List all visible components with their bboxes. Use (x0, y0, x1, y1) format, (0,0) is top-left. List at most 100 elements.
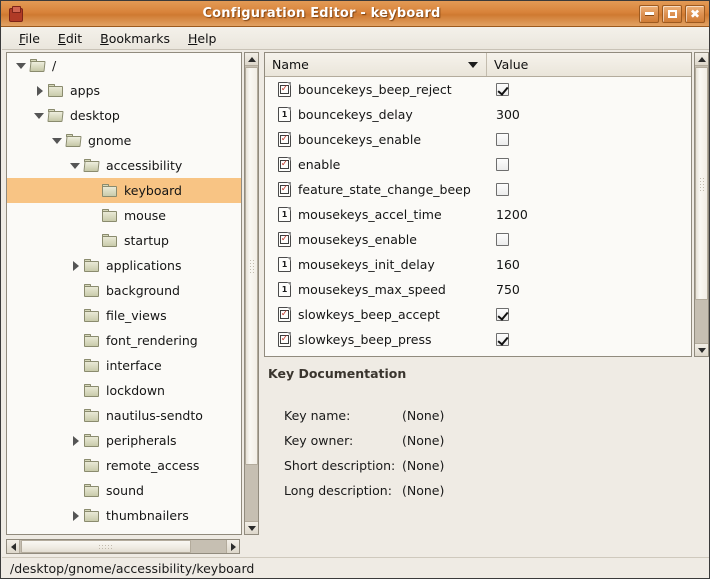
key-value-cell[interactable] (487, 233, 691, 246)
tree-item-apps[interactable]: apps (7, 78, 241, 103)
tree-item-lockdown[interactable]: lockdown (7, 378, 241, 403)
key-row[interactable]: 1 mousekeys_init_delay 160 (265, 252, 691, 277)
tree-item-mouse[interactable]: mouse (7, 203, 241, 228)
window-title: Configuration Editor - keyboard (202, 6, 441, 21)
key-name-cell: 1 bouncekeys_delay (265, 107, 487, 122)
key-value-cell[interactable]: 1200 (487, 207, 691, 222)
tree-item-label: peripherals (106, 432, 177, 448)
list-scrollbar-thumb[interactable] (695, 67, 708, 300)
expander-open-icon[interactable] (33, 109, 47, 123)
tree-item-file_views[interactable]: file_views (7, 303, 241, 328)
key-row[interactable]: 1 mousekeys_accel_time 1200 (265, 202, 691, 227)
tree-item-thumbnailers[interactable]: thumbnailers (7, 503, 241, 528)
menu-item-edit[interactable]: Edit (49, 29, 91, 48)
folder-icon (29, 59, 47, 72)
key-name-label: mousekeys_max_speed (298, 282, 446, 297)
tree-item-font_rendering[interactable]: font_rendering (7, 328, 241, 353)
folder-icon (47, 109, 65, 122)
tree-scroll-up-button[interactable] (245, 53, 258, 66)
tree-item-remote_access[interactable]: remote_access (7, 453, 241, 478)
tree-item-interface[interactable]: interface (7, 353, 241, 378)
tree-scroll-left-button[interactable] (7, 540, 20, 553)
expander-closed-icon[interactable] (69, 434, 83, 448)
key-row[interactable]: ✓ bouncekeys_beep_reject (265, 77, 691, 102)
key-value-cell[interactable] (487, 333, 691, 346)
key-value-cell[interactable] (487, 183, 691, 196)
key-value-cell[interactable]: 160 (487, 257, 691, 272)
close-button[interactable]: ✖ (685, 4, 705, 23)
key-row[interactable]: 1 mousekeys_max_speed 750 (265, 277, 691, 302)
tree-item-nautilus-sendto[interactable]: nautilus-sendto (7, 403, 241, 428)
expander-open-icon[interactable] (69, 159, 83, 173)
checkbox-checked[interactable] (496, 83, 509, 96)
key-row[interactable]: 1 bouncekeys_delay 300 (265, 102, 691, 127)
key-value-cell[interactable]: 300 (487, 107, 691, 122)
chair-icon[interactable] (6, 5, 24, 23)
key-row[interactable]: ✓ slowkeys_beep_press (265, 327, 691, 352)
menu-item-bookmarks[interactable]: Bookmarks (91, 29, 179, 48)
expander-closed-icon[interactable] (33, 84, 47, 98)
key-value-cell[interactable] (487, 158, 691, 171)
minimize-button[interactable] (639, 4, 659, 23)
checkbox-unchecked[interactable] (496, 133, 509, 146)
menu-item-file[interactable]: File (10, 29, 49, 48)
checkbox-checked[interactable] (496, 333, 509, 346)
tree-scrollbar-thumb[interactable] (245, 67, 258, 465)
grip-icon (699, 176, 706, 191)
menu-item-help[interactable]: Help (179, 29, 226, 48)
tree-item-label: apps (70, 82, 101, 98)
tree-scroll-right-button[interactable] (226, 540, 239, 553)
tree-hscrollbar-thumb[interactable] (21, 540, 191, 553)
tree-item-accessibility[interactable]: accessibility (7, 153, 241, 178)
tree-item-[interactable]: / (7, 53, 241, 78)
key-value-cell[interactable]: 750 (487, 282, 691, 297)
checkbox-unchecked[interactable] (496, 158, 509, 171)
folder-icon (65, 134, 83, 147)
doc-field-label: Key name: (284, 408, 351, 423)
tree-item-applications[interactable]: applications (7, 253, 241, 278)
doc-field-value: (None) (402, 458, 445, 473)
tree-item-desktop[interactable]: desktop (7, 103, 241, 128)
tree-item-startup[interactable]: startup (7, 228, 241, 253)
list-scroll-down-button[interactable] (695, 343, 708, 356)
key-value-cell[interactable] (487, 308, 691, 321)
title-bar[interactable]: Configuration Editor - keyboard ✖ (1, 1, 709, 27)
checkbox-unchecked[interactable] (496, 233, 509, 246)
maximize-button[interactable] (662, 4, 682, 23)
expander-open-icon[interactable] (15, 59, 29, 73)
tree-item[interactable] (7, 528, 241, 535)
key-name-cell: ✓ feature_state_change_beep (265, 182, 487, 197)
checkbox-checked[interactable] (496, 308, 509, 321)
tree-item-sound[interactable]: sound (7, 478, 241, 503)
checkbox-unchecked[interactable] (496, 183, 509, 196)
expander-closed-icon[interactable] (69, 259, 83, 273)
key-row[interactable]: ✓ enable (265, 152, 691, 177)
column-header-name[interactable]: Name (265, 53, 487, 76)
list-vertical-scrollbar[interactable] (694, 52, 709, 357)
key-value-cell[interactable] (487, 133, 691, 146)
tree-item-keyboard[interactable]: keyboard (7, 178, 241, 203)
list-scroll-up-button[interactable] (695, 53, 708, 66)
tree-item-gnome[interactable]: gnome (7, 128, 241, 153)
key-row[interactable]: ✓ mousekeys_enable (265, 227, 691, 252)
column-header-value[interactable]: Value (487, 53, 691, 76)
key-row[interactable]: ✓ slowkeys_beep_accept (265, 302, 691, 327)
tree-item-background[interactable]: background (7, 278, 241, 303)
expander-open-icon[interactable] (51, 134, 65, 148)
tree-scroll-down-button[interactable] (245, 521, 258, 534)
key-row[interactable]: ✓ bouncekeys_enable (265, 127, 691, 152)
expander-closed-icon[interactable] (69, 509, 83, 523)
key-list[interactable]: Name Value ✓ bouncekeys_beep_reject 1 bounc… (264, 52, 692, 357)
tree-vertical-scrollbar[interactable] (244, 52, 259, 535)
key-row[interactable]: ✓ feature_state_change_beep (265, 177, 691, 202)
tree-horizontal-scrollbar[interactable] (6, 539, 240, 554)
directory-tree[interactable]: / apps desktop gnome accessibility keyboard mo… (6, 52, 242, 535)
key-value-cell[interactable] (487, 83, 691, 96)
tree-item-peripherals[interactable]: peripherals (7, 428, 241, 453)
doc-field: Long description: (None) (284, 478, 708, 503)
